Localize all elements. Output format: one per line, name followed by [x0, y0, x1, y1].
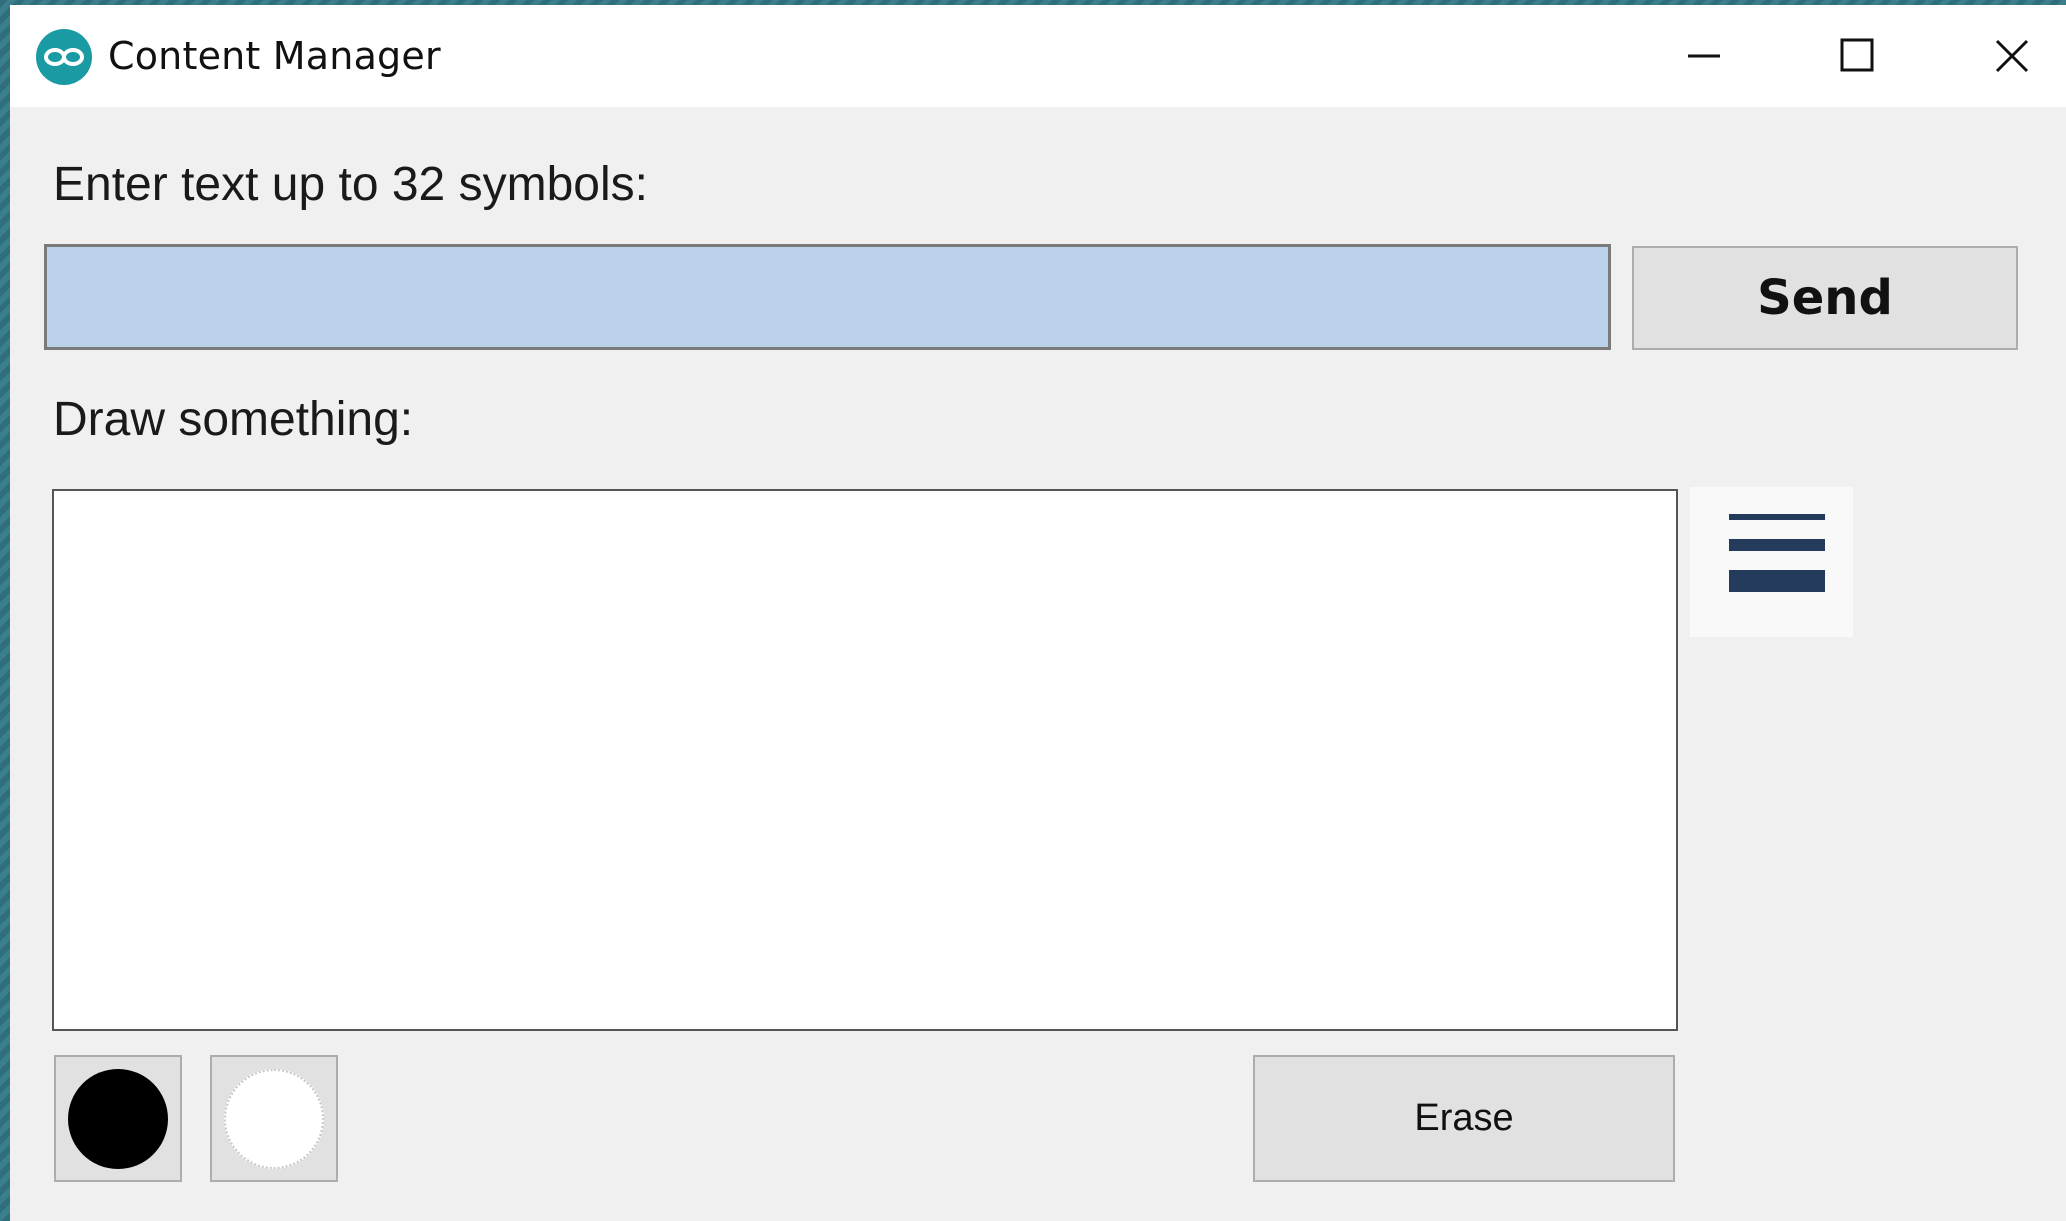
app-window: Content Manager Enter text up to 32 symb… — [10, 5, 2066, 1221]
close-icon — [1995, 39, 2029, 73]
white-color-swatch — [224, 1069, 324, 1169]
maximize-icon — [1840, 38, 1874, 72]
draw-label: Draw something: — [53, 393, 414, 446]
drawing-canvas[interactable] — [52, 489, 1678, 1031]
line-thickness-icon — [1729, 514, 1825, 592]
close-button[interactable] — [1936, 5, 2066, 107]
maximize-button[interactable] — [1782, 5, 1934, 107]
window-title: Content Manager — [108, 34, 441, 78]
white-color-button[interactable] — [210, 1055, 338, 1182]
arduino-infinity-icon — [36, 29, 92, 85]
minimize-icon — [1688, 54, 1720, 58]
erase-button[interactable]: Erase — [1253, 1055, 1675, 1182]
send-button[interactable]: Send — [1632, 246, 2018, 350]
line-thickness-button[interactable] — [1690, 487, 1853, 637]
black-color-button[interactable] — [54, 1055, 182, 1182]
minimize-button[interactable] — [1628, 5, 1780, 107]
text-input-label: Enter text up to 32 symbols: — [53, 158, 648, 211]
title-bar[interactable]: Content Manager — [10, 5, 2066, 107]
black-color-swatch — [68, 1069, 168, 1169]
text-input[interactable] — [44, 244, 1611, 350]
